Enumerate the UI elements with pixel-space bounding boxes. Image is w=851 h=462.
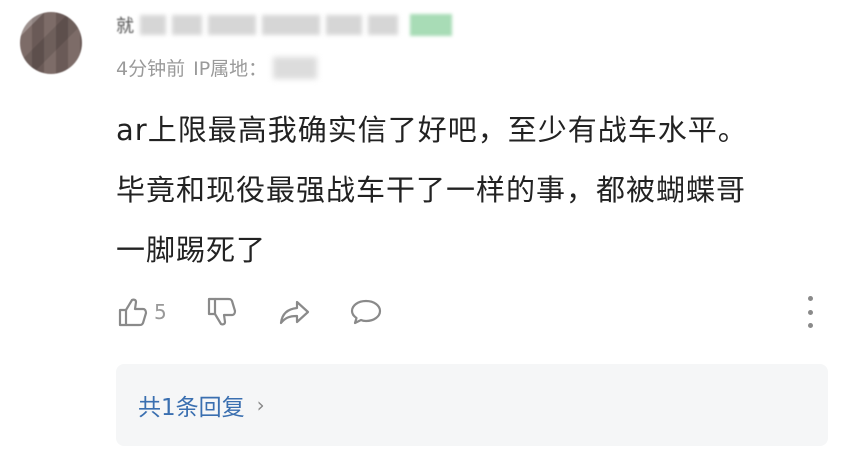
dislike-button[interactable] (205, 295, 239, 329)
username-blur (326, 15, 362, 35)
username-blur (368, 15, 398, 35)
comment-meta: 4分钟前 IP属地： (116, 54, 318, 81)
comment-text: ar上限最高我确实信了好吧，至少有战车水平。 毕竟和现役最强战车干了一样的事，都… (116, 113, 748, 267)
chevron-right-icon: › (256, 393, 265, 417)
user-level-badge (410, 14, 452, 36)
thumbs-down-icon (207, 297, 236, 326)
reply-button[interactable] (349, 295, 383, 329)
username-visible-char: 就 (116, 16, 134, 37)
username-blur (262, 15, 320, 35)
ip-location-label: IP属地： (193, 58, 268, 80)
username-blur (140, 15, 166, 35)
username[interactable]: 就 (116, 12, 452, 38)
more-dot (807, 296, 813, 301)
comment-time: 4分钟前 (116, 58, 186, 80)
username-blur (172, 15, 202, 35)
view-replies-button[interactable]: 共1条回复 › (116, 364, 828, 446)
replies-label: 共1条回复 (138, 395, 245, 421)
like-count: 5 (154, 300, 167, 324)
more-dot (807, 323, 813, 328)
like-button[interactable]: 5 (116, 295, 167, 329)
comment-actions: 5 (116, 294, 421, 330)
share-icon (279, 300, 309, 325)
more-vertical-icon[interactable] (800, 296, 820, 328)
ip-location-value (273, 56, 318, 79)
comment-bubble-icon (350, 299, 381, 325)
thumbs-up-icon (118, 298, 148, 327)
more-dot (807, 309, 813, 315)
username-blur (208, 15, 256, 35)
share-button[interactable] (277, 295, 311, 329)
avatar[interactable] (20, 12, 82, 74)
